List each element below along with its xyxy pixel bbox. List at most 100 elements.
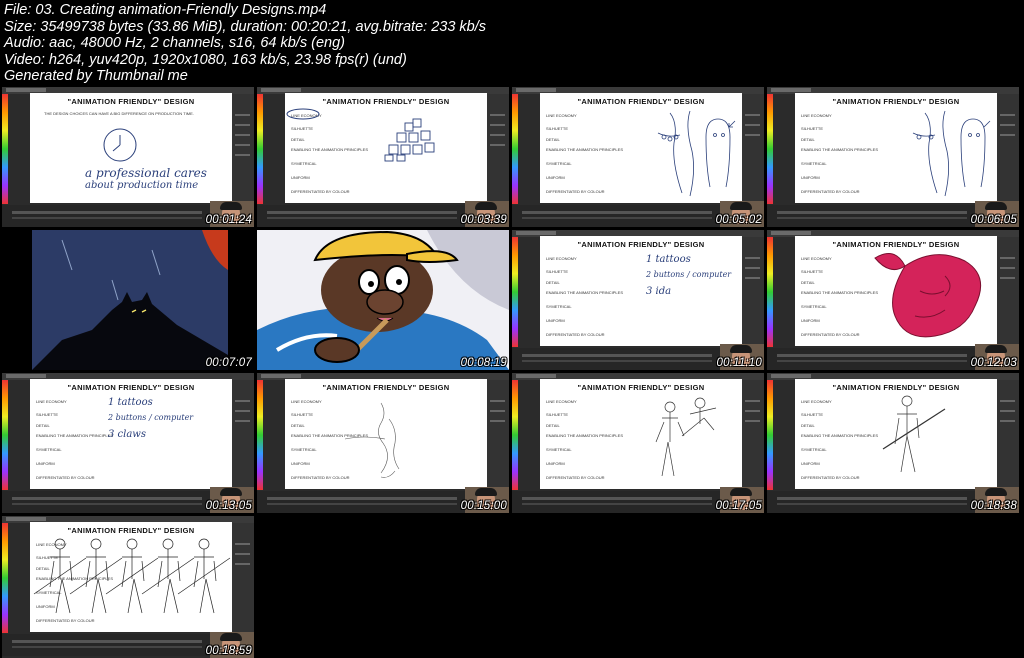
list-item: SYMETRICAL xyxy=(36,447,62,452)
timestamp: 00:11:10 xyxy=(716,357,762,369)
handwriting: a professional cares xyxy=(85,166,207,180)
slide-canvas: "ANIMATION FRIENDLY" DESIGN LINE ECONOMY… xyxy=(795,236,997,346)
creature-sketch xyxy=(874,253,982,338)
tool-panel xyxy=(232,523,254,635)
animation-still xyxy=(257,230,509,370)
color-palette xyxy=(257,380,263,490)
timestamp: 00:01:24 xyxy=(205,214,252,226)
figure-sketch xyxy=(344,402,400,478)
thumbnail[interactable]: "ANIMATION FRIENDLY" DESIGN LINE ECONOMY… xyxy=(512,87,764,227)
thumbnail[interactable]: "ANIMATION FRIENDLY" DESIGN THE DESIGN C… xyxy=(2,87,254,227)
handwriting: 2 buttons / computer xyxy=(646,270,732,279)
list-item: LINE ECONOMY xyxy=(36,399,67,404)
thumbnail[interactable]: 00:08:19 xyxy=(257,230,509,370)
thumbnail[interactable]: "ANIMATION FRIENDLY" DESIGN LINE ECONOMY… xyxy=(512,373,764,513)
timestamp: 00:07:07 xyxy=(205,357,252,369)
thumbnail[interactable]: "ANIMATION FRIENDLY" DESIGN LINE ECONOMY… xyxy=(512,230,764,370)
timestamp: 00:18:38 xyxy=(970,500,1017,512)
tool-panel xyxy=(742,380,764,492)
thumbnail[interactable]: "ANIMATION FRIENDLY" DESIGN LINE ECONOMY… xyxy=(767,87,1019,227)
list-item: DIFFERENTIATED BY COLOUR xyxy=(546,332,605,337)
tool-panel xyxy=(742,237,764,349)
color-palette xyxy=(512,94,518,204)
thumbnail[interactable]: "ANIMATION FRIENDLY" DESIGN LINE ECONOMY… xyxy=(767,373,1019,513)
list-item: UNIFORM xyxy=(36,461,55,466)
file-size-line: Size: 35499738 bytes (33.86 MiB), durati… xyxy=(4,18,487,35)
soldier-sketch xyxy=(882,395,946,473)
list-item: UNIFORM xyxy=(546,318,565,323)
line-economy-sketch xyxy=(286,108,435,162)
slide-canvas: "ANIMATION FRIENDLY" DESIGN LINE ECONOMY… xyxy=(540,379,742,489)
slide-title: "ANIMATION FRIENDLY" DESIGN xyxy=(67,383,195,392)
color-palette xyxy=(2,380,8,490)
color-palette xyxy=(767,237,773,347)
figure-sketch xyxy=(657,110,736,197)
timestamp: 00:17:05 xyxy=(715,500,762,512)
list-item: DETAIL xyxy=(546,280,560,285)
color-palette xyxy=(512,380,518,490)
thumbnail-grid: "ANIMATION FRIENDLY" DESIGN THE DESIGN C… xyxy=(0,87,1024,658)
timestamp: 00:05:02 xyxy=(715,214,762,226)
color-palette xyxy=(767,380,773,490)
handwriting: 1 tattoos xyxy=(108,397,153,408)
handwriting: 2 buttons / computer xyxy=(108,413,194,422)
tool-panel xyxy=(997,237,1019,349)
timestamp: 00:12:03 xyxy=(970,357,1017,369)
timestamp: 00:13:05 xyxy=(205,500,252,512)
slide-canvas: "ANIMATION FRIENDLY" DESIGN LINE ECONOMY… xyxy=(795,93,997,203)
figure-sketch xyxy=(912,110,991,197)
slide-canvas: "ANIMATION FRIENDLY" DESIGN LINE ECONOMY… xyxy=(30,522,232,632)
list-item: SILHUETTE xyxy=(546,269,569,274)
list-item: DIFFERENTIATED BY COLOUR xyxy=(36,475,95,480)
generator-line: Generated by Thumbnail me xyxy=(4,68,188,85)
color-palette xyxy=(257,94,263,204)
list-item: ENABLING THE ANIMATION PRINCIPLES xyxy=(36,433,113,438)
soldier-sketch xyxy=(655,397,717,477)
timestamp: 00:15:00 xyxy=(460,500,507,512)
color-palette xyxy=(2,94,8,204)
tool-panel xyxy=(487,94,509,206)
tool-panel xyxy=(997,380,1019,492)
tool-panel xyxy=(487,380,509,492)
tool-panel xyxy=(232,380,254,492)
slide-canvas: "ANIMATION FRIENDLY" DESIGN THE DESIGN C… xyxy=(30,93,232,203)
timestamp: 00:08:19 xyxy=(460,357,507,369)
slide-canvas: "ANIMATION FRIENDLY" DESIGN LINE ECONOMY… xyxy=(540,93,742,203)
list-item: SILHUETTE xyxy=(36,412,59,417)
file-info-header: File: 03. Creating animation-Friendly De… xyxy=(4,2,1014,85)
list-item: DETAIL xyxy=(36,423,50,428)
thumbnail[interactable]: "ANIMATION FRIENDLY" DESIGN LINE ECONOMY… xyxy=(767,230,1019,370)
slide-canvas: "ANIMATION FRIENDLY" DESIGN LINE ECONOMY… xyxy=(285,93,487,203)
timestamp: 00:03:39 xyxy=(460,214,507,226)
slide-canvas: "ANIMATION FRIENDLY" DESIGN LINE ECONOMY… xyxy=(795,379,997,489)
soldier-lineup-sketch xyxy=(33,538,231,614)
video-info-line: Video: h264, yuv420p, 1920x1080, 163 kb/… xyxy=(4,51,407,68)
handwriting: 3 ida xyxy=(646,286,672,297)
list-item: LINE ECONOMY xyxy=(546,256,577,261)
tool-panel xyxy=(997,94,1019,206)
audio-info-line: Audio: aac, 48000 Hz, 2 channels, s16, 6… xyxy=(4,35,345,52)
color-palette xyxy=(767,94,773,204)
tool-panel xyxy=(232,94,254,206)
slide-canvas: "ANIMATION FRIENDLY" DESIGN LINE ECONOMY… xyxy=(30,379,232,489)
thumbnail[interactable]: 00:07:07 xyxy=(2,230,254,370)
handwriting: 1 tattoos xyxy=(646,254,691,265)
timestamp: 00:18:59 xyxy=(205,645,252,657)
list-item: ENABLING THE ANIMATION PRINCIPLES xyxy=(546,290,623,295)
animation-still xyxy=(2,230,254,370)
slide-title: "ANIMATION FRIENDLY" DESIGN xyxy=(577,240,705,249)
tool-panel xyxy=(742,94,764,206)
thumbnail[interactable]: "ANIMATION FRIENDLY" DESIGN LINE ECONOMY… xyxy=(257,373,509,513)
color-palette xyxy=(2,523,8,633)
handwriting: about production time xyxy=(85,180,199,191)
color-palette xyxy=(512,237,518,347)
thumbnail[interactable]: "ANIMATION FRIENDLY" DESIGN LINE ECONOMY… xyxy=(2,373,254,513)
thumbnail[interactable]: "ANIMATION FRIENDLY" DESIGN LINE ECONOMY… xyxy=(2,516,254,658)
timestamp: 00:06:05 xyxy=(970,214,1017,226)
slide-canvas: "ANIMATION FRIENDLY" DESIGN LINE ECONOMY… xyxy=(285,379,487,489)
thumbnail[interactable]: "ANIMATION FRIENDLY" DESIGN LINE ECONOMY… xyxy=(257,87,509,227)
list-item: SYMETRICAL xyxy=(546,304,572,309)
handwriting: 3 claws xyxy=(108,429,146,440)
slide-canvas: "ANIMATION FRIENDLY" DESIGN LINE ECONOMY… xyxy=(540,236,742,346)
file-name-line: File: 03. Creating animation-Friendly De… xyxy=(4,2,327,18)
